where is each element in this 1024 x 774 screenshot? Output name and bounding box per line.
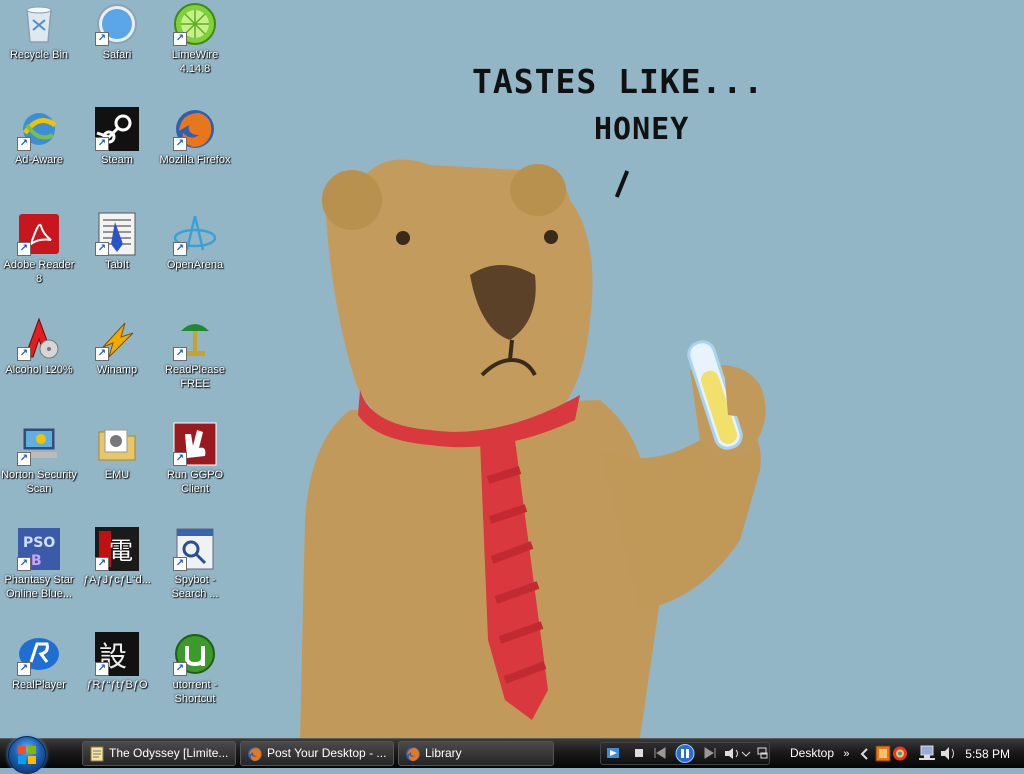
desktop-icon-winamp[interactable]: ↗ Winamp	[78, 317, 156, 377]
desktop-toolbar-label: Desktop	[790, 746, 835, 760]
desktop-icon-recycle-bin[interactable]: Recycle Bin	[0, 2, 78, 62]
shortcut-arrow-icon: ↗	[95, 557, 109, 571]
taskbar-button-label: The Odyssey [Limite...	[109, 746, 229, 760]
shortcut-arrow-icon: ↗	[17, 242, 31, 256]
pause-icon[interactable]	[675, 744, 695, 763]
desktop-icon-realplayer[interactable]: ↗ RealPlayer	[0, 632, 78, 692]
desktop-icon-config[interactable]: 設 ↗ ƒRƒ“ƒtƒBƒO	[78, 632, 156, 692]
tray-app-icon[interactable]	[875, 745, 891, 762]
shortcut-arrow-icon: ↗	[173, 662, 187, 676]
firefox-icon	[248, 747, 262, 761]
shortcut-arrow-icon: ↗	[173, 452, 187, 466]
taskbar-button-post-your-desktop[interactable]: Post Your Desktop - ...	[240, 741, 394, 766]
shortcut-arrow-icon: ↗	[17, 557, 31, 571]
svg-text:B: B	[31, 553, 42, 569]
shortcut-arrow-icon: ↗	[95, 347, 109, 361]
shortcut-arrow-icon: ↗	[95, 242, 109, 256]
desktop-icon-pso[interactable]: PSO B ↗ Phantasy Star Online Blue...	[0, 527, 78, 601]
svg-text:PSO: PSO	[23, 535, 55, 551]
taskbar: The Odyssey [Limite... Post Your Desktop…	[0, 736, 1024, 774]
system-tray: 5:58 PM	[858, 741, 1024, 767]
network-icon[interactable]	[919, 745, 935, 760]
desktop-icon-alcohol[interactable]: ↗ Alcohol 120%	[0, 317, 78, 377]
shortcut-arrow-icon: ↗	[17, 347, 31, 361]
desktop-icon-readplease[interactable]: ↗ ReadPlease FREE	[156, 317, 234, 391]
desktop-icon-openarena[interactable]: ↗ OpenArena	[156, 212, 234, 272]
desktop-icon-safari[interactable]: ↗ Safari	[78, 2, 156, 62]
taskbar-button-label: Library	[425, 746, 462, 760]
taskbar-button-library[interactable]: Library	[398, 741, 554, 766]
document-icon	[90, 746, 104, 762]
firefox-icon	[406, 747, 420, 761]
media-icon[interactable]	[607, 748, 619, 758]
clock[interactable]: 5:58 PM	[965, 741, 1010, 767]
volume-icon[interactable]	[725, 748, 738, 759]
chevron-down-icon[interactable]	[741, 751, 751, 757]
desktop-icon-adobe-reader[interactable]: ↗ Adobe Reader 8	[0, 212, 78, 286]
folder-icon	[98, 429, 136, 461]
desktop-icon-utorrent[interactable]: ↗ utorrent - Shortcut	[156, 632, 234, 706]
desktop-icon-norton[interactable]: ↗ Norton Security Scan	[0, 422, 78, 496]
taskbar-button-odyssey[interactable]: The Odyssey [Limite...	[82, 741, 236, 766]
svg-text:電: 電	[109, 537, 133, 565]
desktop-icon-game[interactable]: 電 ↗ ƒAƒJƒcƒL“d...	[78, 527, 156, 587]
chrome-like-icon[interactable]	[893, 746, 907, 761]
start-button[interactable]	[8, 736, 46, 774]
desktop-icon-emu[interactable]: EMU	[78, 422, 156, 482]
shortcut-arrow-icon: ↗	[17, 662, 31, 676]
stop-icon[interactable]	[635, 749, 643, 757]
windows-logo-icon	[18, 746, 36, 764]
desktop-icon-tabit[interactable]: ↗ TabIt	[78, 212, 156, 272]
desktop-icon-limewire[interactable]: ↗ LimeWire 4.14.8	[156, 2, 234, 76]
restore-icon[interactable]	[757, 747, 768, 759]
next-icon[interactable]	[704, 747, 716, 759]
shortcut-arrow-icon: ↗	[173, 242, 187, 256]
toolbar-expand-icon[interactable]: »	[843, 748, 849, 760]
shortcut-arrow-icon: ↗	[17, 137, 31, 151]
recycle-bin-icon	[26, 6, 52, 43]
shortcut-arrow-icon: ↗	[95, 32, 109, 46]
previous-icon[interactable]	[654, 747, 666, 759]
desktop-icon-ggpo[interactable]: ↗ Run GGPO Client	[156, 422, 234, 496]
shortcut-arrow-icon: ↗	[95, 662, 109, 676]
taskbar-button-label: Post Your Desktop - ...	[267, 746, 387, 760]
media-player-toolbar	[600, 742, 770, 765]
desktop-icon-firefox[interactable]: ↗ Mozilla Firefox	[156, 107, 234, 167]
desktop-toolbar[interactable]: Desktop »	[790, 739, 850, 769]
shortcut-arrow-icon: ↗	[173, 557, 187, 571]
chevron-left-icon[interactable]	[860, 748, 868, 760]
shortcut-arrow-icon: ↗	[95, 137, 109, 151]
desktop-icon-ad-aware[interactable]: ↗ Ad-Aware	[0, 107, 78, 167]
desktop-icon-steam[interactable]: ↗ Steam	[78, 107, 156, 167]
desktop-icon-spybot[interactable]: ↗ Spybot - Search ...	[156, 527, 234, 601]
caption-text-honey: HONEY	[594, 112, 690, 147]
shortcut-arrow-icon: ↗	[173, 347, 187, 361]
caption-text: TASTES LIKE...	[472, 62, 765, 101]
shortcut-arrow-icon: ↗	[173, 32, 187, 46]
shortcut-arrow-icon: ↗	[173, 137, 187, 151]
shortcut-arrow-icon: ↗	[17, 452, 31, 466]
speaker-icon[interactable]	[941, 747, 954, 760]
